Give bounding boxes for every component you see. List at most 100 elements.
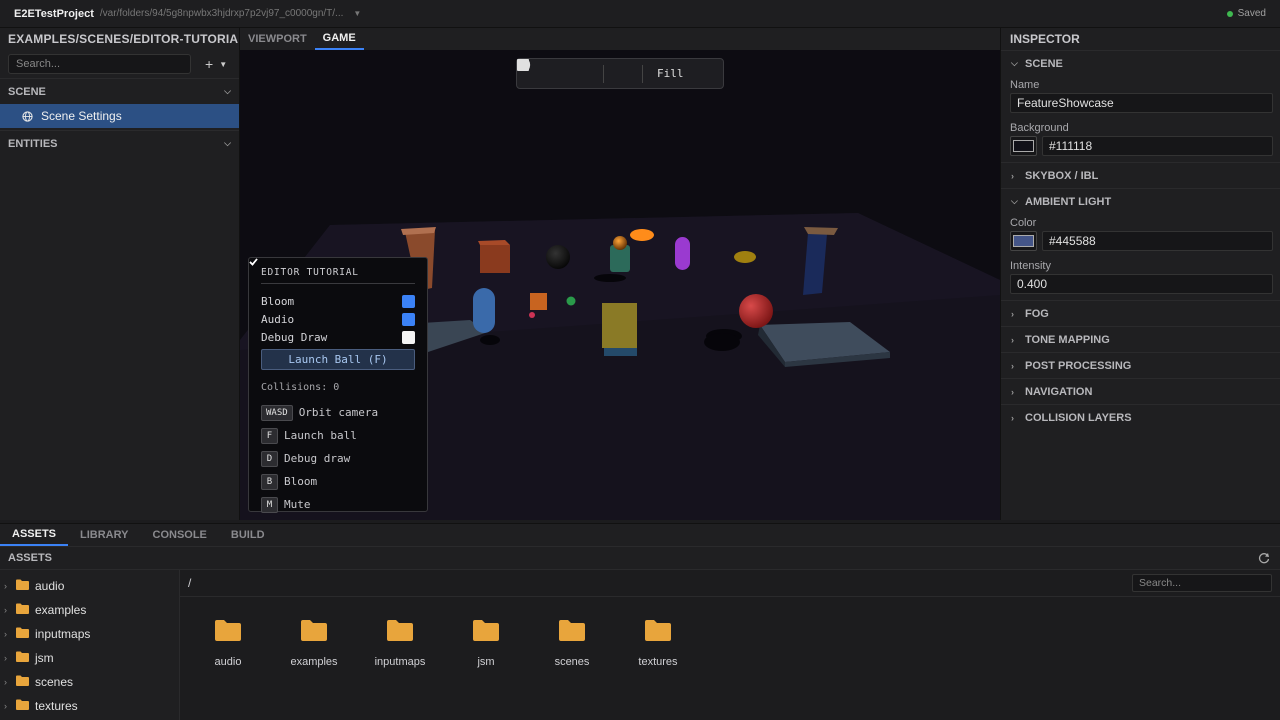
shortcut-action: Bloom xyxy=(284,475,318,488)
color-label: Color xyxy=(1010,216,1037,229)
tab-build[interactable]: BUILD xyxy=(219,524,277,546)
chevron-down-icon[interactable]: ▼ xyxy=(353,9,361,18)
shortcut-key: F xyxy=(261,427,278,444)
hierarchy-search-input[interactable] xyxy=(8,54,191,74)
chevron-right-icon: › xyxy=(1011,308,1014,319)
section-label: AMBIENT LIGHT xyxy=(1025,195,1112,208)
asset-folder-tile[interactable]: jsm xyxy=(443,619,529,668)
asset-search-input[interactable] xyxy=(1132,574,1272,592)
launch-ball-button[interactable]: Launch Ball (F) xyxy=(261,349,415,370)
shortcut-action: Mute xyxy=(284,498,311,511)
playback-toolbar: Fill xyxy=(516,58,724,89)
plus-icon[interactable]: + xyxy=(205,56,213,72)
game-view[interactable]: Fill EDITOR TUTORIAL Bloom Audio Debug D… xyxy=(240,50,1000,520)
folder-icon xyxy=(215,619,241,644)
asset-folder-tile[interactable]: textures xyxy=(615,619,701,668)
shortcut-row: M Mute xyxy=(261,493,415,516)
tree-folder-examples[interactable]: › examples xyxy=(0,598,179,622)
bottom-panel-tabs: ASSETS LIBRARY CONSOLE BUILD xyxy=(0,523,1280,546)
chevron-down-icon: ⌵ xyxy=(1011,196,1018,206)
scene-section-header[interactable]: SCENE ⌵ xyxy=(0,78,239,104)
asset-folder-tile[interactable]: inputmaps xyxy=(357,619,443,668)
ambient-light-section-body: Color #445588 Intensity 0.400 xyxy=(1001,214,1280,300)
asset-folder-tile[interactable]: examples xyxy=(271,619,357,668)
entities-section-label: ENTITIES xyxy=(8,137,58,150)
asset-tile-label: audio xyxy=(214,656,242,668)
collision-layers-section-header[interactable]: › COLLISION LAYERS xyxy=(1001,404,1280,430)
tree-folder-textures[interactable]: › textures xyxy=(0,694,179,718)
tab-game[interactable]: GAME xyxy=(314,28,364,50)
debug-draw-checkbox[interactable] xyxy=(402,330,415,344)
chevron-right-icon: › xyxy=(4,581,7,591)
toggle-bloom[interactable]: Bloom xyxy=(249,258,415,310)
intensity-field[interactable]: 0.400 xyxy=(1010,274,1273,294)
ambient-light-section-header[interactable]: ⌵ AMBIENT LIGHT xyxy=(1001,188,1280,214)
title-bar: E2ETestProject /var/folders/94/5g8npwbx3… xyxy=(0,0,1280,28)
scene-settings-item[interactable]: Scene Settings xyxy=(0,104,239,128)
scene-file-title: EXAMPLES/SCENES/EDITOR-TUTORIAL.VS xyxy=(8,32,239,46)
checkmark-icon xyxy=(249,258,258,266)
ambient-color-swatch[interactable] xyxy=(1010,231,1037,251)
post-processing-section-header[interactable]: › POST PROCESSING xyxy=(1001,352,1280,378)
entities-section-header[interactable]: ENTITIES ⌵ xyxy=(0,130,239,156)
swatch-fill xyxy=(1013,235,1034,247)
asset-grid: audio examples inputmaps jsm scenes text… xyxy=(180,597,1280,668)
folder-icon xyxy=(16,675,29,689)
asset-tile-label: scenes xyxy=(554,656,590,668)
project-path[interactable]: /var/folders/94/5g8npwbx3hjdrxp7p2vj97_c… xyxy=(100,8,344,19)
audio-checkbox[interactable] xyxy=(249,258,415,326)
chevron-right-icon: › xyxy=(1011,170,1014,181)
background-color-field[interactable]: #111118 xyxy=(1042,136,1273,156)
pause-button[interactable] xyxy=(518,59,565,88)
mute-button[interactable] xyxy=(517,59,642,88)
scene-section-body: Name FeatureShowcase Background #111118 xyxy=(1001,76,1280,162)
asset-folder-tree: › audio › examples › inputmaps › jsm › scenes… xyxy=(0,570,180,720)
folder-icon xyxy=(16,627,29,641)
asset-path-bar: / xyxy=(180,570,1280,597)
assets-header-label: ASSETS xyxy=(8,552,53,564)
toggle-audio[interactable]: Audio xyxy=(249,258,415,328)
folder-icon xyxy=(645,619,671,644)
ambient-color-field[interactable]: #445588 xyxy=(1042,231,1273,251)
tree-folder-inputmaps[interactable]: › inputmaps xyxy=(0,622,179,646)
tree-folder-scenes[interactable]: › scenes xyxy=(0,670,179,694)
background-color-swatch[interactable] xyxy=(1010,136,1037,156)
section-label: SKYBOX / IBL xyxy=(1025,169,1099,182)
tab-library[interactable]: LIBRARY xyxy=(68,524,140,546)
asset-tile-label: inputmaps xyxy=(374,656,426,668)
scene-settings-label: Scene Settings xyxy=(41,109,122,123)
fill-mode-label: Fill xyxy=(657,67,684,80)
tree-folder-audio[interactable]: › audio xyxy=(0,574,179,598)
bloom-checkbox[interactable] xyxy=(249,258,415,308)
shortcut-row: WASD Orbit camera xyxy=(261,401,415,424)
folder-icon xyxy=(387,619,413,644)
scene-section-header[interactable]: ⌵ SCENE xyxy=(1001,50,1280,76)
chevron-right-icon: › xyxy=(1011,386,1014,397)
stop-button[interactable] xyxy=(517,59,603,88)
tree-folder-label: examples xyxy=(35,603,87,617)
fill-mode-button[interactable]: Fill xyxy=(517,59,684,80)
swatch-fill xyxy=(1013,140,1034,152)
section-label: TONE MAPPING xyxy=(1025,333,1110,346)
chevron-down-icon[interactable]: ▼ xyxy=(219,60,227,69)
navigation-section-header[interactable]: › NAVIGATION xyxy=(1001,378,1280,404)
chevron-down-icon: ⌵ xyxy=(224,86,231,96)
tree-folder-label: inputmaps xyxy=(35,627,91,641)
asset-folder-tile[interactable]: scenes xyxy=(529,619,615,668)
refresh-icon[interactable] xyxy=(1258,552,1270,564)
skybox-section-header[interactable]: › SKYBOX / IBL xyxy=(1001,162,1280,188)
tab-viewport[interactable]: VIEWPORT xyxy=(240,28,315,50)
status-dot-icon xyxy=(1226,10,1233,17)
tab-assets[interactable]: ASSETS xyxy=(0,524,69,546)
shortcut-action: Debug draw xyxy=(284,452,351,465)
tone-mapping-section-header[interactable]: › TONE MAPPING xyxy=(1001,326,1280,352)
shortcut-action: Orbit camera xyxy=(298,406,379,419)
scene-name-field[interactable]: FeatureShowcase xyxy=(1010,93,1273,113)
tab-console[interactable]: CONSOLE xyxy=(141,524,219,546)
fog-section-header[interactable]: › FOG xyxy=(1001,300,1280,326)
asset-tile-label: jsm xyxy=(477,656,495,668)
toggle-debug-draw[interactable]: Debug Draw xyxy=(261,328,415,346)
shortcut-key: B xyxy=(261,473,278,490)
asset-folder-tile[interactable]: audio xyxy=(185,619,271,668)
tree-folder-jsm[interactable]: › jsm xyxy=(0,646,179,670)
